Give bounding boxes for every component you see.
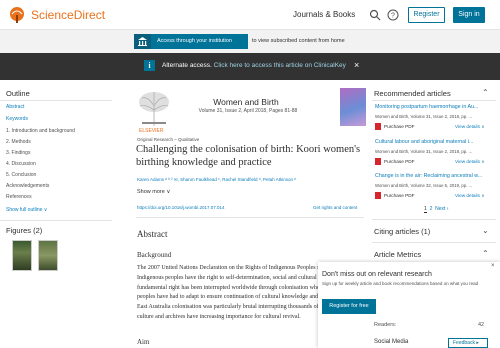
- elsevier-tree-logo-icon[interactable]: [8, 6, 26, 24]
- doi-link[interactable]: https://doi.org/10.1016/j.wombi.2017.07.…: [137, 205, 225, 210]
- outline-item-acknowledgements[interactable]: Acknowledgements: [6, 183, 49, 189]
- chevron-up-icon[interactable]: ⌃: [482, 88, 489, 97]
- search-icon[interactable]: [369, 9, 381, 21]
- institution-icon[interactable]: [134, 34, 151, 49]
- figures-divider: [0, 220, 112, 221]
- article-metrics-heading[interactable]: Article Metrics: [374, 250, 421, 259]
- figures-heading: Figures (2): [6, 226, 43, 235]
- recommended-item-meta: Women and Birth, Volume 31, Issue 2, 201…: [375, 149, 473, 154]
- aim-heading: Aim: [137, 338, 150, 346]
- show-more-button[interactable]: Show more ∨: [137, 189, 170, 195]
- readers-label: Readers:: [374, 322, 397, 328]
- chevron-down-icon[interactable]: ⌄: [482, 226, 489, 235]
- recommended-item-title[interactable]: Change is in the air: Reclaiming ancestr…: [375, 173, 493, 179]
- purchase-pdf-link[interactable]: Purchase PDF: [384, 124, 414, 129]
- register-for-free-button[interactable]: Register for free: [322, 299, 376, 314]
- background-heading: Background: [137, 251, 172, 259]
- pagination: 1 2 Next ›: [424, 206, 448, 213]
- journal-volume[interactable]: Volume 31, Issue 2, April 2018, Pages 81…: [188, 108, 308, 114]
- outline-item-abstract[interactable]: Abstract: [6, 104, 24, 110]
- outline-item-findings[interactable]: 3. Findings: [6, 150, 30, 156]
- outline-item-methods[interactable]: 2. Methods: [6, 139, 31, 145]
- close-icon[interactable]: ×: [354, 60, 359, 70]
- figure-thumbnail-1[interactable]: [12, 240, 32, 271]
- outline-item-discussion[interactable]: 4. Discussion: [6, 161, 36, 167]
- journal-name[interactable]: Women and Birth: [194, 97, 298, 107]
- purchase-pdf-link[interactable]: Purchase PDF: [384, 159, 414, 164]
- feedback-button[interactable]: Feedback ▸: [448, 338, 488, 348]
- register-button[interactable]: Register: [408, 7, 445, 23]
- svg-text:?: ?: [391, 13, 395, 20]
- recommended-divider: [372, 100, 496, 101]
- rights-link[interactable]: Get rights and content: [313, 205, 357, 210]
- pdf-icon: [375, 158, 381, 165]
- social-media-label: Social Media: [374, 339, 409, 345]
- recommended-item-title[interactable]: Cultural labour and aboriginal maternal …: [375, 139, 493, 145]
- article-authors[interactable]: Karen Adams ᵃ ᵇ ² ✉, Sharon Faulkhead ᶜ,…: [137, 177, 296, 183]
- popup-text: Sign up for weekly article and book reco…: [322, 281, 479, 286]
- outline-item-references[interactable]: References: [6, 194, 32, 200]
- info-icon: i: [144, 60, 155, 71]
- outline-item-keywords[interactable]: Keywords: [6, 116, 28, 122]
- article-title: Challenging the colonisation of birth: K…: [136, 144, 361, 168]
- elsevier-logo-icon: [136, 90, 172, 128]
- readers-count: 42: [478, 322, 485, 328]
- alternate-access-prefix: Alternate access.: [162, 62, 212, 69]
- elsevier-wordmark: ELSEVIER: [139, 128, 164, 134]
- outline-item-introduction[interactable]: 1. Introduction and background: [6, 128, 75, 134]
- recommended-item-meta: Women and Birth, Volume 31, Issue 2, 201…: [375, 114, 473, 119]
- outline-divider: [0, 100, 112, 101]
- help-icon[interactable]: ?: [387, 9, 399, 21]
- pdf-icon: [375, 123, 381, 130]
- access-description-text: to view subscribed content from home: [252, 38, 345, 44]
- alternate-access-text: Alternate access. Click here to access t…: [162, 62, 346, 69]
- outline-item-conclusion[interactable]: 5. Conclusion: [6, 172, 36, 178]
- institution-access-bar: [0, 30, 500, 53]
- journals-books-link[interactable]: Journals & Books: [293, 10, 355, 19]
- recommended-articles-heading[interactable]: Recommended articles: [374, 89, 451, 98]
- access-institution-button[interactable]: Access through your institution: [151, 34, 248, 49]
- view-details-link[interactable]: View details ∨: [455, 193, 485, 199]
- article-type: Original Research – Qualitative: [137, 137, 200, 142]
- next-page-link[interactable]: Next ›: [435, 206, 448, 212]
- recommended-item-title[interactable]: Monitoring postpartum haemorrhage in Au.…: [375, 104, 493, 110]
- page-1-link[interactable]: 1: [424, 206, 427, 213]
- pdf-icon: [375, 192, 381, 199]
- abstract-heading: Abstract: [137, 229, 168, 239]
- outline-heading: Outline: [6, 89, 30, 98]
- page-2-link[interactable]: 2: [430, 206, 433, 212]
- view-details-link[interactable]: View details ∨: [455, 159, 485, 165]
- clinicalkey-link[interactable]: Click here to access this article on Cli…: [214, 62, 346, 69]
- show-full-outline-link[interactable]: Show full outline ∨: [6, 207, 47, 213]
- popup-title: Don't miss out on relevant research: [322, 271, 432, 278]
- close-icon[interactable]: ×: [491, 263, 495, 269]
- journal-cover-image[interactable]: [340, 88, 366, 126]
- metrics-divider: [372, 242, 496, 243]
- recommended-item-meta: Women and Birth, Volume 32, Issue 5, 201…: [375, 183, 473, 188]
- sciencedirect-logo-text[interactable]: ScienceDirect: [31, 8, 105, 22]
- citing-divider: [372, 219, 496, 220]
- figure-thumbnail-2[interactable]: [38, 240, 58, 271]
- citing-articles-heading[interactable]: Citing articles (1): [374, 227, 430, 236]
- purchase-pdf-link[interactable]: Purchase PDF: [384, 193, 414, 198]
- sign-in-button[interactable]: Sign in: [453, 7, 485, 23]
- chevron-up-icon[interactable]: ⌃: [482, 249, 489, 258]
- view-details-link[interactable]: View details ∨: [455, 124, 485, 130]
- article-divider: [136, 217, 364, 218]
